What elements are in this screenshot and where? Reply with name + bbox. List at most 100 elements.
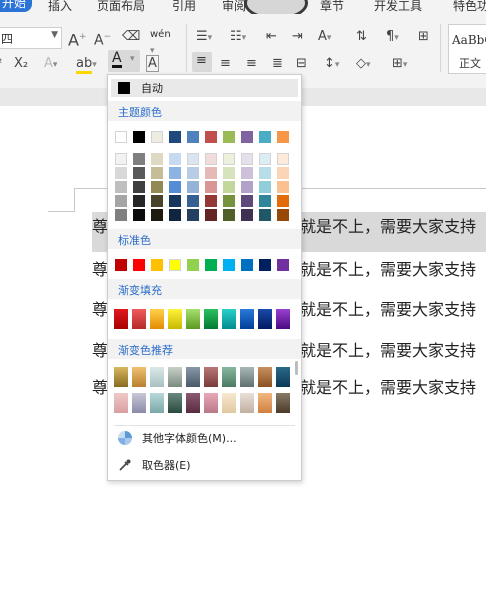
theme-color-swatch[interactable] [241,131,253,143]
char-border-icon[interactable]: A [146,55,159,72]
theme-color-swatch[interactable] [277,131,289,143]
theme-shade-swatch[interactable] [133,195,145,207]
doc-line-5-start[interactable]: 尊 [92,374,108,398]
doc-line-2-start[interactable]: 尊 [92,256,108,280]
standard-color-swatch[interactable] [133,259,145,271]
theme-shade-swatch[interactable] [187,209,199,221]
theme-shade-swatch[interactable] [133,167,145,179]
gradient-fill-swatch[interactable] [132,309,146,329]
gradient-recommend-swatch[interactable] [150,367,164,387]
style-normal[interactable]: AaBbC 正文 [448,24,486,74]
theme-shade-swatch[interactable] [205,195,217,207]
numbered-list-icon[interactable]: ☷▾ [230,29,246,46]
gradient-recommend-swatch[interactable] [258,367,272,387]
gradient-recommend-swatch[interactable] [240,393,254,413]
theme-shade-swatch[interactable] [223,209,235,221]
subscript-icon[interactable]: X₂ [14,56,28,72]
gradient-recommend-swatch[interactable] [168,367,182,387]
gradient-fill-swatch[interactable] [114,309,128,329]
doc-line-5[interactable]: 就是不上，需要大家支持 [300,374,476,398]
doc-line-4[interactable]: 就是不上，需要大家支持 [300,337,476,361]
gradient-recommend-swatch[interactable] [132,393,146,413]
gradient-recommend-swatch[interactable] [168,393,182,413]
theme-shade-swatch[interactable] [241,167,253,179]
align-center-icon[interactable]: ≡ [220,56,231,72]
theme-shade-swatch[interactable] [277,153,289,165]
theme-shade-swatch[interactable] [133,209,145,221]
theme-shade-swatch[interactable] [115,167,127,179]
theme-shade-swatch[interactable] [277,181,289,193]
theme-shade-swatch[interactable] [241,195,253,207]
doc-line-4-start[interactable]: 尊 [92,337,108,361]
theme-shade-swatch[interactable] [151,153,163,165]
gradient-recommend-swatch[interactable] [204,367,218,387]
gradient-fill-swatch[interactable] [222,309,236,329]
theme-shade-swatch[interactable] [133,181,145,193]
shrink-font-button[interactable]: A− [94,29,111,49]
theme-shade-swatch[interactable] [259,167,271,179]
gradient-recommend-swatch[interactable] [114,393,128,413]
show-marks-icon[interactable]: ¶▾ [386,29,399,46]
theme-shade-swatch[interactable] [169,181,181,193]
gradient-recommend-swatch[interactable] [222,367,236,387]
more-colors-item[interactable]: 其他字体颜色(M)... [118,429,293,447]
gradient-recommend-swatch[interactable] [276,393,290,413]
gradient-fill-swatch[interactable] [204,309,218,329]
standard-color-swatch[interactable] [187,259,199,271]
decrease-indent-icon[interactable]: ⇤ [266,29,277,45]
theme-color-swatch[interactable] [187,131,199,143]
tab-special[interactable]: 特色功 [453,0,486,14]
theme-shade-swatch[interactable] [223,167,235,179]
theme-color-swatch[interactable] [115,131,127,143]
standard-color-swatch[interactable] [151,259,163,271]
gradient-recommend-swatch[interactable] [114,367,128,387]
gradient-recommend-swatch[interactable] [258,393,272,413]
theme-shade-swatch[interactable] [259,209,271,221]
theme-shade-swatch[interactable] [115,181,127,193]
theme-shade-swatch[interactable] [151,167,163,179]
theme-shade-swatch[interactable] [259,181,271,193]
eyedropper-item[interactable]: 取色器(E) [118,456,293,474]
standard-color-swatch[interactable] [205,259,217,271]
font-size-select[interactable]: 四 ▼ [0,27,62,49]
tab-developer[interactable]: 开发工具 [374,0,422,14]
theme-shade-swatch[interactable] [277,167,289,179]
gradient-fill-swatch[interactable] [186,309,200,329]
doc-line-1[interactable]: 就是不上，需要大家支持 [300,213,476,237]
tab-chapter[interactable]: 章节 [320,0,344,14]
tab-page-layout[interactable]: 页面布局 [97,0,145,14]
theme-shade-swatch[interactable] [223,195,235,207]
theme-shade-swatch[interactable] [115,153,127,165]
gradient-recommend-swatch[interactable] [186,393,200,413]
theme-shade-swatch[interactable] [259,195,271,207]
theme-shade-swatch[interactable] [169,153,181,165]
distribute-icon[interactable]: ⊟ [296,56,307,72]
theme-shade-swatch[interactable] [241,209,253,221]
gradient-recommend-swatch[interactable] [276,367,290,387]
theme-shade-swatch[interactable] [187,167,199,179]
text-direction-icon[interactable]: A▾ [318,29,331,46]
gradient-fill-swatch[interactable] [168,309,182,329]
theme-shade-swatch[interactable] [151,181,163,193]
theme-shade-swatch[interactable] [151,195,163,207]
menu-scrollbar[interactable] [295,361,298,375]
tab-review[interactable]: 审阅 [222,0,246,14]
doc-line-1-start[interactable]: 尊 [92,213,108,237]
doc-line-3[interactable]: 就是不上，需要大家支持 [300,296,476,320]
theme-shade-swatch[interactable] [223,181,235,193]
gradient-fill-swatch[interactable] [150,309,164,329]
theme-shade-swatch[interactable] [259,153,271,165]
theme-shade-swatch[interactable] [241,153,253,165]
increase-indent-icon[interactable]: ⇥ [292,29,303,45]
gradient-recommend-swatch[interactable] [240,367,254,387]
standard-color-swatch[interactable] [277,259,289,271]
justify-icon[interactable]: ≣ [272,56,283,72]
theme-shade-swatch[interactable] [169,209,181,221]
bullet-list-icon[interactable]: ☰▾ [196,29,212,46]
theme-shade-swatch[interactable] [205,153,217,165]
auto-color-option[interactable]: 自动 [111,79,298,97]
align-right-icon[interactable]: ≡ [246,56,257,72]
highlight-button[interactable]: ab▾ [76,56,97,74]
border-icon[interactable]: ⊞▾ [392,56,407,73]
gradient-fill-swatch[interactable] [240,309,254,329]
